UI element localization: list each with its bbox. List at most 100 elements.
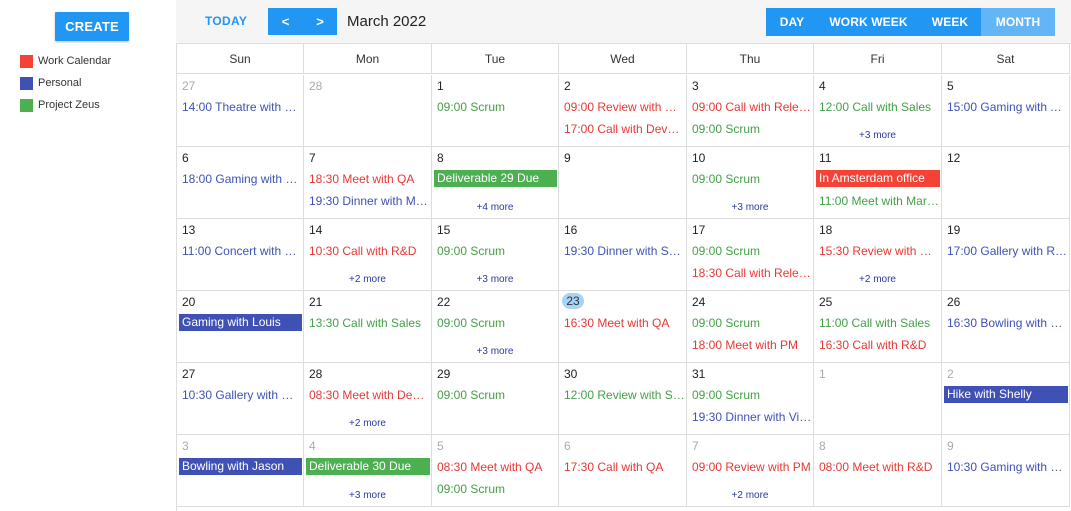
calendar-event[interactable]: 11:00 Concert with Vi… — [182, 243, 302, 260]
more-events-link[interactable]: +3 more — [687, 202, 813, 213]
date-number[interactable]: 20 — [182, 295, 195, 309]
calendar-event[interactable]: 17:00 Gallery with Ra… — [947, 243, 1068, 260]
calendar-event[interactable]: 15:00 Gaming with A… — [947, 99, 1068, 116]
calendar-event[interactable]: 09:00 Scrum — [437, 243, 557, 260]
date-number[interactable]: 27 — [182, 79, 195, 93]
legend-item-project-zeus[interactable]: Project Zeus — [20, 94, 111, 116]
day-cell[interactable]: 8 08:00 Meet with R&D — [814, 435, 942, 507]
date-number[interactable]: 11 — [819, 151, 831, 165]
day-cell[interactable]: 3 Bowling with Jason — [177, 435, 304, 507]
date-number[interactable]: 27 — [182, 367, 195, 381]
date-number[interactable]: 5 — [947, 79, 954, 93]
date-number[interactable]: 10 — [692, 151, 705, 165]
day-cell[interactable]: 4 Deliverable 30 Due +3 more — [304, 435, 432, 507]
all-day-event[interactable]: Bowling with Jason — [179, 458, 302, 475]
calendar-event[interactable]: 09:00 Review with Re… — [564, 99, 685, 116]
calendar-event[interactable]: 09:00 Scrum — [437, 481, 557, 498]
more-events-link[interactable]: +4 more — [432, 202, 558, 213]
date-number[interactable]: 2 — [564, 79, 571, 93]
calendar-event[interactable]: 18:30 Meet with QA — [309, 171, 430, 188]
date-number[interactable]: 15 — [437, 223, 450, 237]
view-work-week-button[interactable]: WORK WEEK — [818, 8, 919, 36]
calendar-event[interactable]: 17:30 Call with QA — [564, 459, 685, 476]
more-events-link[interactable]: +3 more — [432, 346, 558, 357]
date-number[interactable]: 8 — [819, 439, 826, 453]
calendar-event[interactable]: 10:30 Gallery with Ra… — [182, 387, 302, 404]
date-number[interactable]: 28 — [309, 367, 322, 381]
day-cell[interactable]: 22 09:00 Scrum +3 more — [432, 291, 559, 363]
day-cell[interactable]: 31 09:00 Scrum 19:30 Dinner with Vicki — [687, 363, 814, 435]
date-number[interactable]: 24 — [692, 295, 705, 309]
date-number[interactable]: 5 — [437, 439, 444, 453]
calendar-event[interactable]: 12:00 Review with Sa… — [564, 387, 685, 404]
date-number[interactable]: 21 — [309, 295, 322, 309]
calendar-event[interactable]: 18:00 Gaming with El… — [182, 171, 302, 188]
previous-month-button[interactable]: < — [268, 8, 303, 35]
date-number[interactable]: 31 — [692, 367, 705, 381]
day-cell[interactable]: 28 08:30 Meet with Dev… +2 more — [304, 363, 432, 435]
date-number[interactable]: 28 — [309, 79, 322, 93]
calendar-event[interactable]: 12:00 Call with Sales — [819, 99, 940, 116]
calendar-event[interactable]: 08:30 Meet with QA — [437, 459, 557, 476]
day-cell[interactable]: 3 09:00 Call with Relea… 09:00 Scrum — [687, 75, 814, 147]
day-cell[interactable]: 12 — [942, 147, 1070, 219]
day-cell[interactable]: 30 12:00 Review with Sa… — [559, 363, 687, 435]
date-number[interactable]: 17 — [692, 223, 705, 237]
calendar-event[interactable]: 08:00 Meet with R&D — [819, 459, 940, 476]
date-number[interactable]: 12 — [947, 151, 960, 165]
calendar-event[interactable]: 16:30 Meet with QA — [564, 315, 685, 332]
date-number[interactable]: 8 — [437, 151, 444, 165]
day-cell[interactable]: 27 14:00 Theatre with M… — [177, 75, 304, 147]
date-number[interactable]: 25 — [819, 295, 832, 309]
calendar-event[interactable]: 15:30 Review with R&D — [819, 243, 940, 260]
view-month-button[interactable]: MONTH — [981, 8, 1055, 36]
calendar-event[interactable]: 09:00 Call with Relea… — [692, 99, 812, 116]
day-cell[interactable]: 21 13:30 Call with Sales — [304, 291, 432, 363]
calendar-event[interactable]: 09:00 Review with PM — [692, 459, 812, 476]
day-cell[interactable]: 9 10:30 Gaming with Fr… — [942, 435, 1070, 507]
date-number[interactable]: 6 — [564, 439, 571, 453]
day-cell[interactable]: 27 10:30 Gallery with Ra… — [177, 363, 304, 435]
day-cell[interactable]: 11 In Amsterdam office 11:00 Meet with Mar… — [814, 147, 942, 219]
calendar-event[interactable]: 09:00 Scrum — [692, 387, 812, 404]
calendar-event[interactable]: 16:30 Bowling with J… — [947, 315, 1068, 332]
all-day-event[interactable]: Deliverable 30 Due — [306, 458, 430, 475]
day-cell[interactable]: 16 19:30 Dinner with Sh… — [559, 219, 687, 291]
today-date-number[interactable]: 23 — [562, 293, 584, 309]
day-cell[interactable]: 10 09:00 Scrum +3 more — [687, 147, 814, 219]
calendar-event[interactable]: 11:00 Meet with Mar… — [819, 193, 940, 210]
date-number[interactable]: 9 — [947, 439, 954, 453]
date-number[interactable]: 13 — [182, 223, 195, 237]
day-cell[interactable]: 7 18:30 Meet with QA 19:30 Dinner with Mit… — [304, 147, 432, 219]
day-cell[interactable]: 6 17:30 Call with QA — [559, 435, 687, 507]
calendar-event[interactable]: 14:00 Theatre with M… — [182, 99, 302, 116]
legend-item-work[interactable]: Work Calendar — [20, 50, 111, 72]
calendar-event[interactable]: 09:00 Scrum — [437, 387, 557, 404]
date-number[interactable]: 30 — [564, 367, 577, 381]
day-cell[interactable]: 1 — [814, 363, 942, 435]
date-number[interactable]: 26 — [947, 295, 960, 309]
date-number[interactable]: 2 — [947, 367, 954, 381]
date-number[interactable]: 1 — [819, 367, 826, 381]
day-cell[interactable]: 1 09:00 Scrum — [432, 75, 559, 147]
day-cell[interactable]: 5 08:30 Meet with QA 09:00 Scrum — [432, 435, 559, 507]
calendar-event[interactable]: 09:00 Scrum — [692, 121, 812, 138]
day-cell[interactable]: 7 09:00 Review with PM +2 more — [687, 435, 814, 507]
day-cell[interactable]: 14 10:30 Call with R&D +2 more — [304, 219, 432, 291]
legend-item-personal[interactable]: Personal — [20, 72, 111, 94]
calendar-event[interactable]: 08:30 Meet with Dev… — [309, 387, 430, 404]
calendar-event[interactable]: 19:30 Dinner with Sh… — [564, 243, 685, 260]
day-cell[interactable]: 17 09:00 Scrum 18:30 Call with Relea… — [687, 219, 814, 291]
calendar-event[interactable]: 09:00 Scrum — [692, 171, 812, 188]
day-cell[interactable]: 5 15:00 Gaming with A… — [942, 75, 1070, 147]
day-cell[interactable]: 28 — [304, 75, 432, 147]
date-number[interactable]: 3 — [182, 439, 189, 453]
day-cell[interactable]: 9 — [559, 147, 687, 219]
day-cell[interactable]: 15 09:00 Scrum +3 more — [432, 219, 559, 291]
view-day-button[interactable]: DAY — [766, 8, 818, 36]
date-number[interactable]: 29 — [437, 367, 450, 381]
calendar-event[interactable]: 09:00 Scrum — [437, 315, 557, 332]
day-cell[interactable]: 13 11:00 Concert with Vi… — [177, 219, 304, 291]
more-events-link[interactable]: +3 more — [432, 274, 558, 285]
day-cell[interactable]: 24 09:00 Scrum 18:00 Meet with PM — [687, 291, 814, 363]
